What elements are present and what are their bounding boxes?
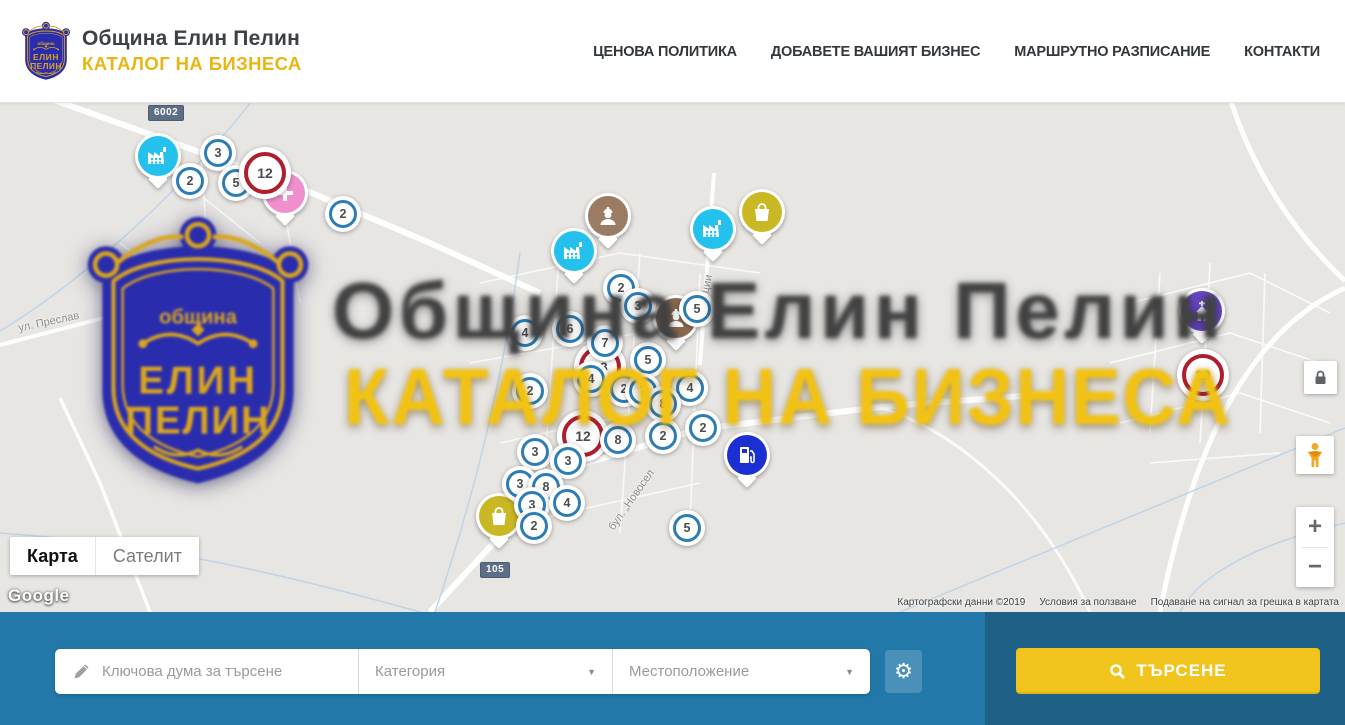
category-select[interactable]: Категория ▼: [358, 649, 612, 694]
map-cluster-marker[interactable]: 4: [549, 485, 585, 521]
map-cluster-marker[interactable]: 12: [239, 147, 291, 199]
chevron-down-icon: ▼: [845, 667, 854, 677]
google-logo[interactable]: Google: [8, 586, 70, 606]
worker-icon: [588, 196, 628, 236]
map-type-map-button[interactable]: Карта: [10, 537, 95, 575]
map-pin-worker[interactable]: [585, 193, 631, 239]
pencil-icon: [73, 663, 90, 680]
pegman-icon: [1304, 442, 1326, 468]
watermark-emblem: община ЕЛИН ПЕЛИН: [84, 215, 312, 487]
nav-item-2[interactable]: ДОБАВЕТЕ ВАШИЯТ БИЗНЕС: [771, 44, 980, 60]
attribution-link-2[interactable]: Условия за ползване: [1039, 597, 1136, 608]
cluster-count: 2: [520, 512, 548, 540]
search-icon: [1109, 663, 1126, 680]
search-button[interactable]: ТЪРСЕНЕ: [1016, 648, 1320, 694]
cluster-count: 12: [244, 152, 286, 194]
attribution-link-3[interactable]: Подаване на сигнал за грешка в картата: [1151, 597, 1339, 608]
road-badge: 6002: [148, 105, 184, 121]
map-cluster-marker[interactable]: 2: [516, 508, 552, 544]
watermark-subtitle: КАТАЛОГ НА БИЗНЕСА: [344, 351, 1232, 443]
svg-text:ПЕЛИН: ПЕЛИН: [30, 61, 62, 71]
chevron-down-icon: ▼: [587, 667, 596, 677]
map-type-satellite-button[interactable]: Сателит: [95, 537, 199, 575]
cluster-count: 5: [673, 514, 701, 542]
search-form: Категория ▼ Местоположение ▼: [55, 649, 870, 694]
keyword-field[interactable]: [55, 649, 358, 694]
bag-icon: [479, 496, 519, 536]
attribution-link-1: Картографски данни ©2019: [897, 597, 1025, 608]
map-cluster-marker[interactable]: 5: [669, 510, 705, 546]
cluster-count: 4: [553, 489, 581, 517]
lock-icon: [1313, 370, 1328, 385]
map-type-control: Карта Сателит: [10, 537, 199, 575]
zoom-control: + −: [1296, 507, 1334, 587]
map-pin-factory[interactable]: [690, 206, 736, 252]
nav-item-4[interactable]: КОНТАКТИ: [1244, 44, 1320, 60]
nav-item-1[interactable]: ЦЕНОВА ПОЛИТИКА: [593, 44, 737, 60]
location-select[interactable]: Местоположение ▼: [612, 649, 870, 694]
cluster-count: 3: [554, 447, 582, 475]
pegman-button[interactable]: [1296, 436, 1334, 474]
site-header: община ЕЛИН ПЕЛИН Община Елин Пелин КАТА…: [0, 0, 1345, 103]
road-badge: 105: [480, 562, 510, 578]
advanced-settings-button[interactable]: ⚙: [885, 650, 922, 693]
logo-subtitle: КАТАЛОГ НА БИЗНЕСА: [82, 53, 302, 75]
map-canvas[interactable]: община ЕЛИН ПЕЛИН Община Елин Пелин КАТА…: [0, 103, 1345, 612]
lock-button[interactable]: [1304, 361, 1337, 394]
svg-text:ЕЛИН: ЕЛИН: [138, 359, 257, 402]
cluster-count: 3: [204, 139, 232, 167]
main-nav: ЦЕНОВА ПОЛИТИКА ДОБАВЕТЕ ВАШИЯТ БИЗНЕС МАР…: [593, 0, 1320, 103]
category-select-value: Категория: [375, 663, 445, 680]
nav-item-3[interactable]: МАРШРУТНО РАЗПИСАНИЕ: [1014, 44, 1210, 60]
map-attribution: Картографски данни ©2019 Условия за ползв…: [897, 597, 1339, 608]
factory-icon: [693, 209, 733, 249]
map-cluster-marker[interactable]: 2: [325, 196, 361, 232]
gear-icon: ⚙: [894, 659, 913, 684]
map-cluster-marker[interactable]: 2: [172, 163, 208, 199]
site-logo[interactable]: община ЕЛИН ПЕЛИН Община Елин Пелин КАТА…: [22, 21, 302, 81]
search-button-label: ТЪРСЕНЕ: [1136, 661, 1226, 681]
svg-text:община: община: [38, 41, 55, 46]
municipality-emblem-icon: община ЕЛИН ПЕЛИН: [22, 21, 70, 81]
factory-icon: [138, 136, 178, 176]
bag-icon: [742, 192, 782, 232]
zoom-in-button[interactable]: +: [1296, 507, 1334, 547]
map-pin-bag[interactable]: [739, 189, 785, 235]
keyword-input[interactable]: [102, 663, 342, 680]
cluster-count: 2: [329, 200, 357, 228]
zoom-out-button[interactable]: −: [1296, 547, 1334, 587]
logo-title: Община Елин Пелин: [82, 27, 302, 51]
cluster-count: 2: [176, 167, 204, 195]
location-select-value: Местоположение: [629, 663, 749, 680]
watermark-title: Община Елин Пелин: [332, 265, 1226, 357]
svg-text:ПЕЛИН: ПЕЛИН: [125, 400, 270, 443]
